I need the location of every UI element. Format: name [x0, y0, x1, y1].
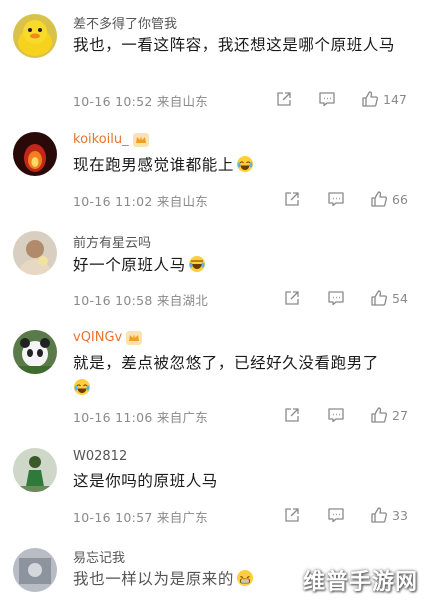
share-icon: [285, 508, 299, 522]
like-button[interactable]: 27: [370, 405, 408, 425]
thumbs-up-icon: [371, 191, 387, 207]
like-button[interactable]: 66: [370, 189, 408, 209]
avatar[interactable]: [13, 14, 57, 58]
like-count: 54: [392, 290, 408, 306]
comment-meta: 10-16 10:58 来自湖北: [73, 290, 208, 309]
avatar[interactable]: [13, 448, 57, 492]
watermark: 维普手游网: [302, 570, 418, 595]
comment-location: 来自广东: [156, 510, 209, 525]
comment-icon: [328, 408, 344, 423]
thumbs-up-icon: [371, 407, 387, 423]
rolling-laugh-emoji-icon: [188, 256, 205, 272]
crown-icon: [132, 132, 149, 147]
reply-button[interactable]: [327, 288, 345, 308]
like-count: 147: [383, 91, 407, 107]
reply-button[interactable]: [327, 189, 345, 209]
comment-time: 10-16 10:57: [73, 510, 153, 525]
comment-text: 就是，差点被忽悠了，已经好久没看跑男了: [73, 351, 403, 401]
comment-time: 10-16 11:06: [73, 410, 153, 425]
comment-text-content: 我也一样以为是原来的: [73, 570, 235, 588]
comment-location: 来自湖北: [156, 293, 209, 308]
comment-time: 10-16 10:58: [73, 293, 153, 308]
like-button[interactable]: 147: [361, 89, 407, 109]
username[interactable]: 前方有星云吗: [73, 232, 151, 251]
crown-icon: [126, 330, 143, 345]
like-button[interactable]: 54: [370, 288, 408, 308]
like-count: 66: [392, 191, 408, 207]
username-text[interactable]: vQINGv: [73, 330, 122, 345]
share-icon: [285, 291, 299, 305]
username[interactable]: koikoilu_: [73, 132, 149, 147]
comment-text: 现在跑男感觉谁都能上: [73, 153, 403, 178]
comment-icon: [328, 291, 344, 306]
username[interactable]: W02812: [73, 449, 127, 464]
share-button[interactable]: [275, 89, 293, 109]
comment-text-content: 就是，差点被忽悠了，已经好久没看跑男了: [73, 354, 379, 372]
avatar[interactable]: [13, 231, 57, 275]
username[interactable]: vQINGv: [73, 330, 143, 345]
comment-meta: 10-16 11:06 来自广东: [73, 407, 208, 426]
avatar-photo-icon: [13, 231, 57, 275]
comment-text: 这是你吗的原班人马: [73, 472, 218, 490]
comment-text-content: 现在跑男感觉谁都能上: [73, 156, 235, 174]
username-text[interactable]: koikoilu_: [73, 132, 129, 147]
comment-location: 来自山东: [156, 194, 209, 209]
comment-meta: 10-16 11:02 来自山东: [73, 191, 208, 210]
avatar-photo-icon: [13, 548, 57, 592]
avatar[interactable]: [13, 132, 57, 176]
comment-icon: [328, 508, 344, 523]
share-button[interactable]: [283, 405, 301, 425]
comment-text: 我也，一看这阵容，我还想这是哪个原班人马: [73, 36, 396, 54]
username-text[interactable]: 前方有星云吗: [73, 232, 151, 251]
comment-meta: 10-16 10:57 来自广东: [73, 507, 208, 526]
reply-button[interactable]: [327, 405, 345, 425]
avatar[interactable]: [13, 330, 57, 374]
username[interactable]: 易忘记我: [73, 547, 125, 566]
reply-button[interactable]: [318, 89, 336, 109]
comment-icon: [319, 92, 335, 107]
share-icon: [285, 408, 299, 422]
thumbs-up-icon: [371, 507, 387, 523]
username-text[interactable]: W02812: [73, 449, 127, 464]
comment-location: 来自山东: [156, 94, 209, 109]
share-button[interactable]: [283, 505, 301, 525]
comment-location: 来自广东: [156, 410, 209, 425]
comment-meta: 10-16 10:52 来自山东: [73, 91, 208, 110]
thumbs-up-icon: [371, 290, 387, 306]
like-count: 33: [392, 507, 408, 523]
reply-button[interactable]: [327, 505, 345, 525]
laugh-cry-emoji-icon: [237, 156, 254, 172]
share-icon: [277, 92, 291, 106]
share-icon: [285, 192, 299, 206]
thumbs-up-icon: [362, 91, 378, 107]
like-count: 27: [392, 407, 408, 423]
comment-time: 10-16 11:02: [73, 194, 153, 209]
share-button[interactable]: [283, 189, 301, 209]
comment-text-content: 好一个原班人马: [73, 256, 186, 274]
avatar-panda-icon: [13, 330, 57, 374]
avatar-figure-icon: [13, 448, 57, 492]
avatar-fire-icon: [13, 132, 57, 176]
comment-time: 10-16 10:52: [73, 94, 153, 109]
username-text[interactable]: 易忘记我: [73, 547, 125, 566]
avatar-duck-icon: [13, 14, 57, 58]
username-text[interactable]: 差不多得了你管我: [73, 13, 177, 32]
grin-sweat-emoji-icon: [237, 570, 254, 586]
avatar[interactable]: [13, 548, 57, 592]
username[interactable]: 差不多得了你管我: [73, 13, 177, 32]
laugh-cry-emoji-icon: [74, 379, 90, 395]
like-button[interactable]: 33: [370, 505, 408, 525]
share-button[interactable]: [283, 288, 301, 308]
comment-text: 好一个原班人马: [73, 253, 403, 278]
comment-icon: [328, 192, 344, 207]
